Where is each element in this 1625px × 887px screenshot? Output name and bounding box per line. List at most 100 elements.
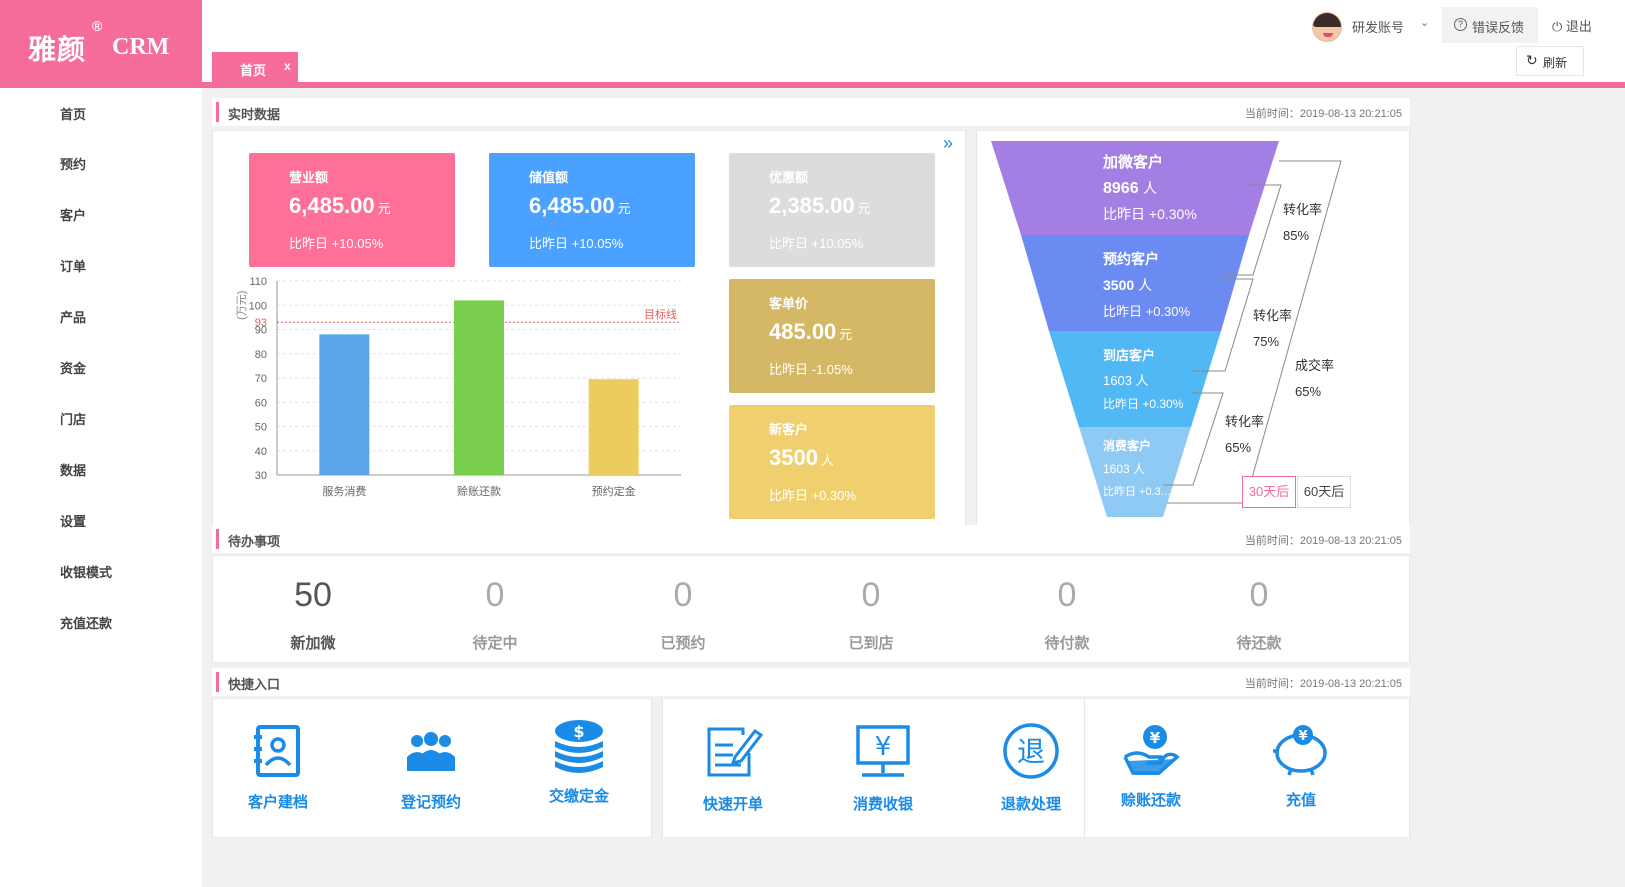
card-compare: 比昨日 +0.30% [769,488,857,503]
section-title: 实时数据 [228,107,281,122]
funnel-stage-label: 加微客户 8966 人 比昨日 +0.30% [1103,151,1197,224]
y-tick-label: 40 [255,446,267,458]
todo-count-to-pay[interactable]: 0 [997,576,1137,615]
account-name[interactable]: 研发账号 [1352,17,1404,36]
quick-fast-order[interactable]: 快速开单 [673,723,793,814]
feedback-button[interactable]: ? 错误反馈 [1442,7,1538,43]
card-compare: 比昨日 -1.05% [769,362,853,377]
card-value: 3500 人 [769,445,834,470]
y-tick-label: 30 [255,470,267,482]
todo-count-booked[interactable]: 0 [613,576,753,615]
stage-compare: 比昨日 +0.30% [1103,304,1191,319]
quick-label: 登记预约 [400,794,461,811]
current-time: 当前时间：2019-08-13 20:21:05 [1244,678,1402,690]
todo-panel: 50 新加微 0 待定中 0 已预约 0 已到店 0 待付款 0 待还款 [212,555,1410,663]
tab-home-label: 首页 [240,63,267,78]
coin-stack-icon: $ [555,720,603,773]
quick-label: 消费收银 [852,796,913,813]
svg-text:¥: ¥ [1298,729,1307,744]
card-value: 6,485.00 元 [529,193,631,218]
sidebar-item-data[interactable]: 数据 [60,460,86,479]
range-60-days-button[interactable]: 60天后 [1297,476,1351,508]
y-tick-label: 50 [255,422,267,434]
todo-label[interactable]: 待定中 [425,632,565,653]
stage-name: 加微客户 [1103,154,1164,171]
stat-card-new-customers[interactable]: 新客户 3500 人 比昨日 +0.30% [729,405,935,519]
sidebar-item-orders[interactable]: 订单 [60,256,86,275]
sidebar-item-customer[interactable]: 客户 [60,205,86,224]
card-value: 485.00 元 [769,319,853,344]
quick-refund[interactable]: 退 退款处理 [971,721,1091,814]
realtime-header: 实时数据 当前时间：2019-08-13 20:21:05 [212,98,1410,126]
conversion-rate-3: 转化率 65% [1225,414,1265,455]
funnel-stage-label: 消费客户 1603 人 比昨日 +0.3... [1103,437,1193,499]
quick-customer-file[interactable]: 客户建档 [218,723,338,812]
quick-recharge[interactable]: ¥ 充值 [1241,721,1361,810]
conversion-rate-2: 转化率 75% [1253,308,1293,349]
stage-name: 消费客户 [1103,439,1152,453]
svg-text:¥: ¥ [875,732,892,762]
sidebar: 首页 预约 客户 订单 产品 资金 门店 数据 设置 收银模式 充值还款 [0,88,202,887]
y-tick-label: 60 [255,397,267,409]
range-30-days-button[interactable]: 30天后 [1242,476,1296,508]
card-title: 优惠额 [769,170,809,185]
funnel-stage-label: 预约客户 3500 人 比昨日 +0.30% [1103,249,1190,320]
sidebar-item-booking[interactable]: 预约 [60,154,86,173]
todo-label[interactable]: 已预约 [613,632,753,653]
question-icon: ? [1454,18,1467,31]
stat-card-discount[interactable]: 优惠额 2,385.00 元 比昨日 +10.05% [729,153,935,267]
sidebar-item-products[interactable]: 产品 [60,307,86,326]
quick-label: 交缴定金 [548,788,609,805]
todo-label[interactable]: 待还款 [1189,632,1329,653]
quick-credit-repay[interactable]: ¥ 赊账还款 [1091,721,1211,810]
refresh-button[interactable]: ↻ 刷新 [1516,46,1584,76]
quick-register-booking[interactable]: 登记预约 [371,723,491,812]
todo-count-arrived[interactable]: 0 [801,576,941,615]
sidebar-item-stores[interactable]: 门店 [60,409,86,428]
quick-label: 快速开单 [702,796,763,813]
quick-cashier[interactable]: ¥ 消费收银 [823,723,943,814]
stat-card-revenue[interactable]: 营业额 6,485.00 元 比昨日 +10.05% [249,153,455,267]
chevron-down-icon[interactable]: ⌄ [1420,16,1429,29]
tab-home[interactable]: 首页 x [212,52,298,82]
refresh-label: 刷新 [1543,56,1568,70]
todo-count-pending[interactable]: 0 [425,576,565,615]
customer-file-icon [254,725,300,777]
quick-deposit[interactable]: $ 交缴定金 [519,717,639,806]
brand-logo: 雅颜 ® CRM [0,0,202,88]
todo-count-new-wechat[interactable]: 50 [243,576,383,615]
todo-label[interactable]: 已到店 [801,632,941,653]
sidebar-item-settings[interactable]: 设置 [60,511,86,530]
section-title: 待办事项 [228,534,281,549]
card-compare: 比昨日 +10.05% [769,236,864,251]
y-tick-label: 100 [249,300,267,312]
quick-header: 快捷入口 当前时间：2019-08-13 20:21:05 [212,668,1410,696]
sidebar-item-funds[interactable]: 资金 [60,358,86,377]
quick-label: 客户建档 [247,794,308,811]
brand-name-en: CRM [112,34,170,60]
stat-card-avg-order[interactable]: 客单价 485.00 元 比昨日 -1.05% [729,279,935,393]
sidebar-item-home[interactable]: 首页 [60,104,86,123]
todo-count-to-repay[interactable]: 0 [1189,576,1329,615]
funnel-stage-label: 到店客户 1603 人 比昨日 +0.30% [1103,345,1183,412]
section-title: 快捷入口 [228,677,281,692]
avatar[interactable] [1312,12,1342,42]
current-time: 当前时间：2019-08-13 20:21:05 [1244,535,1402,547]
quick-panel-order: 快速开单 ¥ 消费收银 退 退款处理 [662,698,1102,838]
revenue-bar-chart: 30405060708090100110(万元)93目标线服务消费 赊账还款 预约定… [236,276,681,498]
stage-count: 1603 人 [1103,462,1146,476]
todo-label[interactable]: 待付款 [997,632,1137,653]
sidebar-item-recharge-repay[interactable]: 充值还款 [60,613,112,632]
close-icon[interactable]: x [284,59,291,73]
stat-card-stored-value[interactable]: 储值额 6,485.00 元 比昨日 +10.05% [489,153,695,267]
card-title: 储值额 [529,170,569,185]
todo-label[interactable]: 新加微 [243,632,383,653]
expand-icon[interactable]: » [943,133,953,154]
quick-label: 退款处理 [1000,796,1061,813]
credit-repay-icon: ¥ [1123,725,1180,775]
logout-button[interactable]: ⏻ 退出 [1552,16,1592,35]
y-tick-label: 80 [255,349,267,361]
brand-name-cn: 雅颜 [28,34,87,65]
sidebar-item-cashier-mode[interactable]: 收银模式 [60,562,112,581]
stage-name: 预约客户 [1103,251,1159,267]
